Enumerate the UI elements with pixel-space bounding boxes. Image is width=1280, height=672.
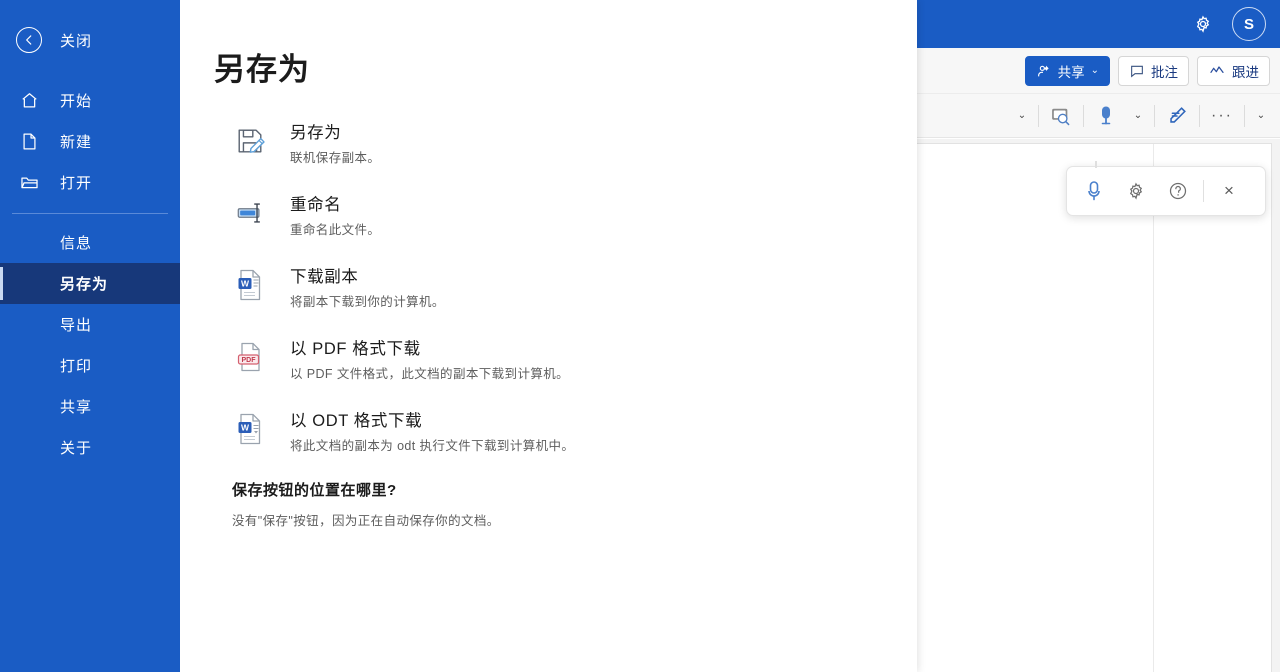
backstage-sidebar: 关闭 开始 新建 打开 信息 另存为 导出 打印 共享 关于 — [0, 0, 180, 672]
home-icon — [16, 91, 42, 110]
svg-text:PDF: PDF — [242, 357, 257, 364]
divider — [1154, 104, 1155, 127]
option-title: 下载副本 — [290, 268, 359, 286]
backstage-content: 另存为 另存为 联机保存副本。 重命名 重命名此文件。 W 下载副本 将副本下载… — [180, 0, 917, 672]
sidebar-item-export[interactable]: 导出 — [0, 304, 180, 345]
sidebar-item-label: 开始 — [60, 93, 93, 110]
ribbon-group-caret[interactable]: ⌄ — [1009, 100, 1035, 132]
overflow-menu-button[interactable]: ··· — [1203, 100, 1241, 132]
option-desc: 将此文档的副本为 odt 执行文件下载到计算机中。 — [290, 439, 575, 453]
option-text: 重命名 重命名此文件。 — [290, 191, 380, 238]
option-desc: 联机保存副本。 — [290, 151, 381, 165]
sidebar-item-save-as[interactable]: 另存为 — [0, 263, 180, 304]
ribbon-collapse-caret[interactable]: ⌄ — [1248, 100, 1274, 132]
backstage-overlay: 关闭 开始 新建 打开 信息 另存为 导出 打印 共享 关于 另存为 另存为 联… — [0, 0, 917, 672]
option-text: 以 ODT 格式下载 将此文档的副本为 odt 执行文件下载到计算机中。 — [290, 407, 574, 454]
microphone-icon[interactable] — [1087, 100, 1125, 132]
close-backstage-button[interactable]: 关闭 — [0, 20, 180, 60]
share-button[interactable]: 共享 ⌄ — [1024, 55, 1110, 86]
sidebar-item-label: 另存为 — [60, 276, 109, 293]
dictation-float-toolbar[interactable]: × — [1066, 161, 1266, 216]
odt-document-icon: W — [232, 409, 268, 449]
option-download-pdf[interactable]: PDF 以 PDF 格式下载 以 PDF 文件格式，此文档的副本下载到计算机。 — [232, 335, 917, 382]
sidebar-divider — [12, 213, 168, 214]
save-as-floppy-pencil-icon — [232, 121, 268, 161]
page-margin-rule-right — [1153, 144, 1154, 672]
option-save-as[interactable]: 另存为 联机保存副本。 — [232, 119, 917, 166]
chevron-down-icon[interactable]: ⌄ — [1091, 65, 1099, 76]
save-button-help-section: 保存按钮的位置在哪里? 没有"保存"按钮，因为正在自动保存你的文档。 — [214, 479, 917, 529]
option-text: 以 PDF 格式下载 以 PDF 文件格式，此文档的副本下载到计算机。 — [290, 335, 569, 382]
help-circle-icon[interactable] — [1157, 172, 1199, 210]
close-x-icon[interactable]: × — [1208, 172, 1250, 210]
dictate-chevron-down-icon[interactable]: ⌄ — [1125, 100, 1151, 132]
divider — [1244, 104, 1245, 127]
divider — [1203, 180, 1204, 202]
followup-label: 跟进 — [1232, 64, 1259, 80]
option-desc: 重命名此文件。 — [290, 223, 381, 237]
activity-line-icon — [1208, 63, 1226, 79]
divider — [1038, 104, 1039, 127]
comments-label: 批注 — [1151, 64, 1178, 80]
sidebar-item-new[interactable]: 新建 — [0, 121, 180, 162]
followup-button[interactable]: 跟进 — [1197, 55, 1270, 86]
word-document-icon: W — [232, 265, 268, 305]
close-backstage-label: 关闭 — [60, 32, 93, 50]
sidebar-item-label: 导出 — [60, 317, 93, 334]
option-title: 以 ODT 格式下载 — [290, 412, 423, 430]
option-title: 另存为 — [290, 124, 342, 142]
microphone-icon[interactable] — [1073, 172, 1115, 210]
sidebar-item-share[interactable]: 共享 — [0, 386, 180, 427]
new-document-icon — [16, 132, 42, 151]
rename-textfield-icon — [232, 193, 268, 233]
help-paragraph: 没有"保存"按钮，因为正在自动保存你的文档。 — [232, 514, 500, 528]
avatar[interactable]: S — [1232, 7, 1266, 41]
sidebar-item-label: 关于 — [60, 440, 93, 457]
sidebar-item-label: 信息 — [60, 235, 93, 252]
sidebar-item-label: 共享 — [60, 399, 93, 416]
sidebar-item-print[interactable]: 打印 — [0, 345, 180, 386]
share-label: 共享 — [1057, 64, 1085, 80]
gear-icon[interactable] — [1115, 172, 1157, 210]
sidebar-item-label: 打开 — [60, 175, 93, 192]
close-label: × — [1224, 181, 1234, 200]
option-desc: 将副本下载到你的计算机。 — [290, 295, 445, 309]
option-rename[interactable]: 重命名 重命名此文件。 — [232, 191, 917, 238]
find-icon[interactable] — [1042, 100, 1080, 132]
option-desc: 以 PDF 文件格式，此文档的副本下载到计算机。 — [290, 367, 570, 381]
editor-pen-icon[interactable] — [1158, 100, 1196, 132]
avatar-initial: S — [1243, 15, 1254, 33]
divider — [1083, 104, 1084, 127]
sidebar-item-label: 打印 — [60, 358, 93, 375]
gear-icon[interactable] — [1188, 9, 1218, 39]
sidebar-item-info[interactable]: 信息 — [0, 222, 180, 263]
option-text: 下载副本 将副本下载到你的计算机。 — [290, 263, 445, 310]
svg-text:W: W — [241, 279, 250, 289]
help-heading: 保存按钮的位置在哪里? — [232, 482, 397, 499]
comments-button[interactable]: 批注 — [1118, 55, 1189, 86]
sidebar-item-about[interactable]: 关于 — [0, 427, 180, 468]
sidebar-item-home[interactable]: 开始 — [0, 80, 180, 121]
svg-text:W: W — [241, 423, 250, 433]
save-as-options-list: 另存为 联机保存副本。 重命名 重命名此文件。 W 下载副本 将副本下载到你的计… — [214, 119, 917, 454]
sidebar-item-label: 新建 — [60, 134, 93, 151]
sidebar-item-open[interactable]: 打开 — [0, 162, 180, 203]
option-download-odt[interactable]: W 以 ODT 格式下载 将此文档的副本为 odt 执行文件下载到计算机中。 — [232, 407, 917, 454]
comment-bubble-icon — [1129, 63, 1145, 79]
option-text: 另存为 联机保存副本。 — [290, 119, 380, 166]
divider — [1199, 104, 1200, 127]
pdf-document-icon: PDF — [232, 337, 268, 377]
open-folder-icon — [16, 173, 42, 192]
toolbar-handle[interactable] — [1095, 161, 1097, 168]
option-title: 以 PDF 格式下载 — [290, 340, 421, 358]
page-title: 另存为 — [214, 52, 310, 87]
share-person-icon — [1036, 63, 1052, 79]
option-download-copy[interactable]: W 下载副本 将副本下载到你的计算机。 — [232, 263, 917, 310]
overflow-label: ··· — [1211, 106, 1233, 124]
app-root: S 共享 ⌄ 批注 跟进 ⌄ ⌄ ··· ⌄ × 关闭 开始 新建 打开 信息 … — [0, 0, 1280, 672]
option-title: 重命名 — [290, 196, 342, 214]
back-arrow-circle-icon — [16, 27, 42, 53]
